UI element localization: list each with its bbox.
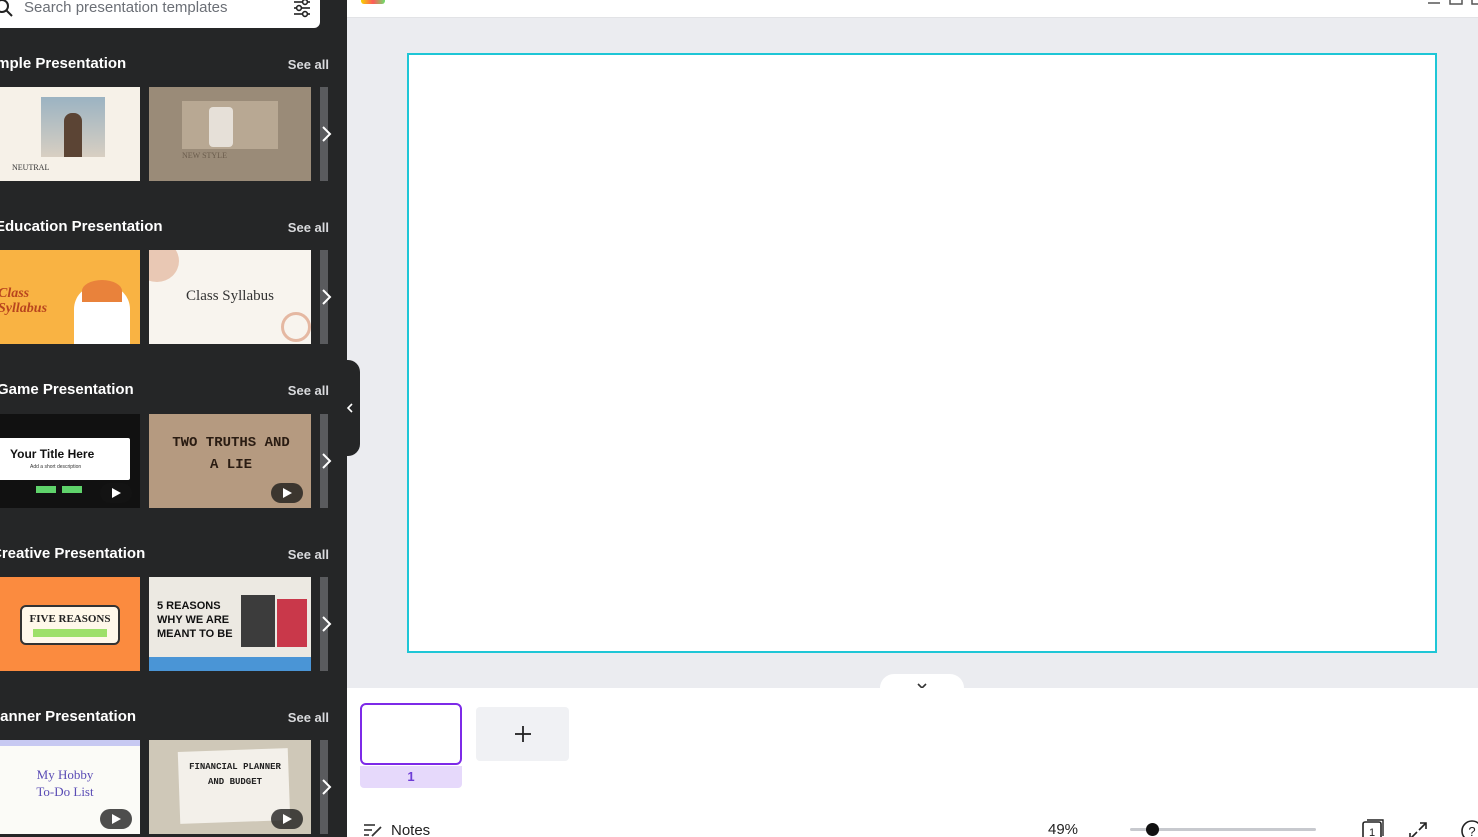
- template-thumb-new-style[interactable]: NEW STYLE: [149, 87, 311, 181]
- notes-label: Notes: [391, 821, 431, 837]
- template-thumb-hobby-list[interactable]: My Hobby To-Do List: [0, 740, 140, 834]
- see-all-game[interactable]: See all: [288, 383, 329, 398]
- template-label: FINANCIAL PLANNER AND BUDGET: [189, 762, 281, 787]
- section-title-game: Game Presentation: [0, 381, 134, 398]
- zoom-slider-handle[interactable]: [1146, 823, 1160, 836]
- page-count-icon[interactable]: 1: [1360, 818, 1386, 837]
- chevron-right-icon[interactable]: [318, 777, 334, 797]
- play-icon: [100, 809, 132, 829]
- filter-icon[interactable]: [290, 0, 314, 20]
- collapse-panel-button[interactable]: [340, 360, 360, 456]
- svg-text:?: ?: [1468, 824, 1475, 837]
- section-title-simple: Simple Presentation: [0, 55, 127, 72]
- section-title-education: Education Presentation: [0, 218, 163, 235]
- template-thumb-class-syllabus-cat[interactable]: Class Syllabus: [0, 250, 140, 344]
- page-thumbnail[interactable]: [360, 703, 462, 765]
- chevron-right-icon[interactable]: [318, 124, 334, 144]
- template-label: Class Syllabus: [0, 286, 48, 316]
- plus-icon: [514, 726, 531, 742]
- section-title-planner: Planner Presentation: [0, 708, 137, 725]
- template-label: FIVE REASONS: [29, 613, 111, 625]
- template-label: My Hobby To-Do List: [36, 767, 94, 799]
- template-label: Class Syllabus: [186, 288, 274, 304]
- see-all-planner[interactable]: See all: [288, 710, 329, 725]
- notes-button[interactable]: Notes: [363, 821, 430, 837]
- template-label: NEW STYLE: [182, 151, 227, 160]
- fullscreen-icon[interactable]: [1407, 820, 1429, 837]
- template-thumb-your-title[interactable]: Your Title Here Add a short description: [0, 414, 140, 508]
- play-icon: [100, 483, 132, 503]
- chevron-right-icon[interactable]: [318, 287, 334, 307]
- section-title-creative: Creative Presentation: [0, 545, 146, 562]
- template-thumb-five-reasons[interactable]: FIVE REASONS: [0, 577, 140, 671]
- template-label: Your Title Here: [10, 447, 95, 461]
- search-input[interactable]: [24, 0, 264, 18]
- chevron-right-icon[interactable]: [318, 451, 334, 471]
- zoom-percentage[interactable]: 49%: [1048, 821, 1078, 837]
- see-all-simple[interactable]: See all: [288, 57, 329, 72]
- play-icon: [271, 809, 303, 829]
- template-label: 5 REASONS WHY WE ARE MEANT TO BE: [157, 600, 233, 640]
- notes-icon: [364, 824, 382, 837]
- chevron-right-icon[interactable]: [318, 614, 334, 634]
- template-panel: Simple Presentation See all NEUTRAL NEW …: [0, 0, 347, 837]
- template-label: TWO TRUTHS AND A LIE: [172, 435, 290, 473]
- template-thumb-neutral[interactable]: NEUTRAL: [0, 87, 140, 181]
- color-swatch-icon[interactable]: [361, 0, 385, 4]
- template-thumb-two-truths[interactable]: TWO TRUTHS AND A LIE: [149, 414, 311, 508]
- page-number-label: 1: [360, 766, 462, 788]
- search-box[interactable]: [0, 0, 320, 28]
- template-sublabel: Add a short description: [30, 464, 82, 470]
- pages-strip: 1 Notes 49% 1 ?: [347, 688, 1478, 837]
- play-icon: [271, 483, 303, 503]
- help-icon[interactable]: ?: [1460, 819, 1478, 837]
- add-page-button[interactable]: [476, 707, 569, 761]
- see-all-education[interactable]: See all: [288, 220, 329, 235]
- see-all-creative[interactable]: See all: [288, 547, 329, 562]
- search-icon: [0, 0, 13, 17]
- toolbar-icons: [1428, 0, 1478, 5]
- chevron-left-icon: [346, 403, 353, 413]
- editor-top-bar: [347, 0, 1478, 18]
- template-thumb-class-syllabus[interactable]: Class Syllabus: [149, 250, 311, 344]
- template-thumb-5-reasons[interactable]: 5 REASONS WHY WE ARE MEANT TO BE: [149, 577, 311, 671]
- page-count-text: 1: [1369, 827, 1375, 837]
- slide-canvas[interactable]: [407, 53, 1437, 653]
- template-label: NEUTRAL: [12, 163, 50, 172]
- template-thumb-financial-planner[interactable]: FINANCIAL PLANNER AND BUDGET: [149, 740, 311, 834]
